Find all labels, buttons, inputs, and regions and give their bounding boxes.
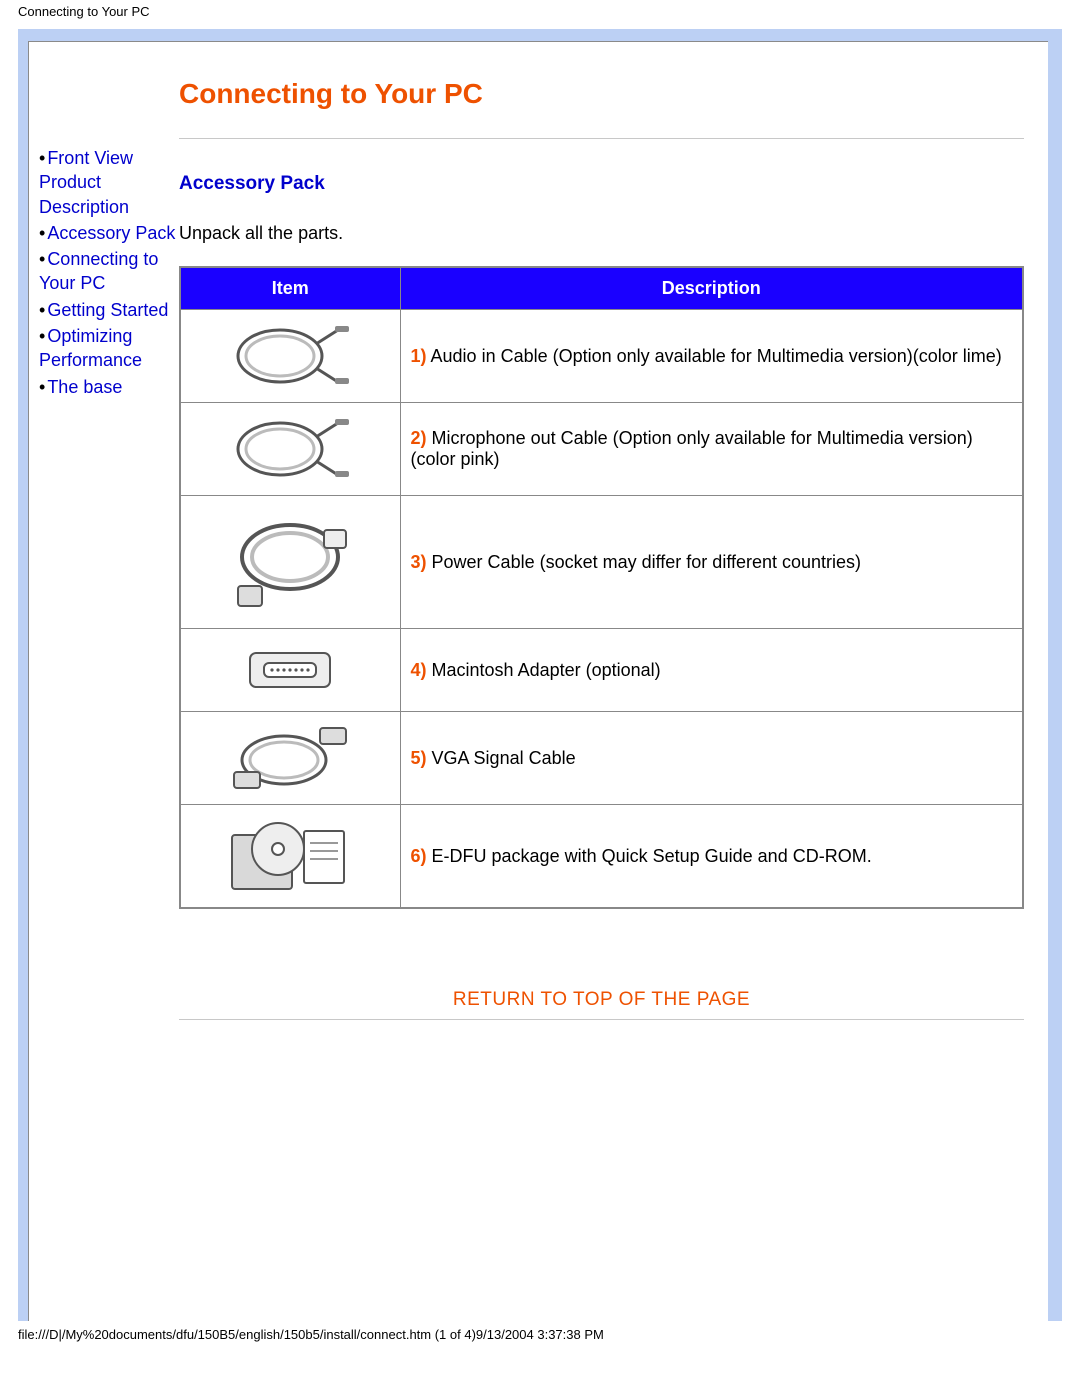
table-header-row: Item Description — [180, 267, 1023, 310]
col-header-item: Item — [180, 267, 400, 310]
sidebar-item-accessory-pack[interactable]: •Accessory Pack — [39, 221, 179, 245]
item-number: 2) — [411, 428, 427, 448]
item-image-cell — [180, 629, 400, 712]
return-to-top-link[interactable]: RETURN TO TOP OF THE PAGE — [453, 989, 750, 1010]
table-row: 1) Audio in Cable (Option only available… — [180, 310, 1023, 403]
item-desc-cell: 4) Macintosh Adapter (optional) — [400, 629, 1023, 712]
table-row: 5) VGA Signal Cable — [180, 712, 1023, 805]
browser-tab-title: Connecting to Your PC — [0, 0, 1080, 29]
col-header-desc: Description — [400, 267, 1023, 310]
table-row: 6) E-DFU package with Quick Setup Guide … — [180, 805, 1023, 909]
item-desc-cell: 2) Microphone out Cable (Option only ava… — [400, 403, 1023, 496]
item-description: Power Cable (socket may differ for diffe… — [432, 552, 862, 572]
mic-cable-icon — [220, 409, 360, 489]
sidebar-item-label: The base — [47, 377, 122, 397]
divider — [179, 138, 1024, 139]
table-row: 4) Macintosh Adapter (optional) — [180, 629, 1023, 712]
sidebar-item-optimizing[interactable]: •Optimizing Performance — [39, 324, 179, 373]
item-description: Audio in Cable (Option only available fo… — [431, 346, 1002, 366]
section-intro: Unpack all the parts. — [179, 223, 1024, 244]
section-heading: Accessory Pack — [179, 173, 1024, 195]
sidebar-item-getting-started[interactable]: •Getting Started — [39, 298, 179, 322]
power-cable-icon — [220, 502, 360, 622]
item-description: E-DFU package with Quick Setup Guide and… — [432, 846, 872, 866]
bullet-icon: • — [39, 223, 45, 243]
item-image-cell — [180, 403, 400, 496]
item-desc-cell: 3) Power Cable (socket may differ for di… — [400, 496, 1023, 629]
item-number: 4) — [411, 660, 427, 680]
sidebar-nav: •Front View Product Description •Accesso… — [29, 78, 179, 401]
sidebar-item-label: Getting Started — [47, 300, 168, 320]
vga-cable-icon — [220, 718, 360, 798]
item-description: Macintosh Adapter (optional) — [432, 660, 661, 680]
sidebar-item-the-base[interactable]: •The base — [39, 375, 179, 399]
item-desc-cell: 5) VGA Signal Cable — [400, 712, 1023, 805]
bullet-icon: • — [39, 300, 45, 320]
sidebar-item-label: Connecting to Your PC — [39, 249, 158, 293]
divider — [179, 1019, 1024, 1020]
sidebar-item-label: Accessory Pack — [47, 223, 175, 243]
sidebar-item-connecting[interactable]: •Connecting to Your PC — [39, 247, 179, 296]
item-image-cell — [180, 496, 400, 629]
accessory-table: Item Description — [179, 266, 1024, 909]
bullet-icon: • — [39, 249, 45, 269]
sidebar-item-front-view[interactable]: •Front View Product Description — [39, 146, 179, 219]
sidebar-item-label: Front View Product Description — [39, 148, 133, 217]
bullet-icon: • — [39, 148, 45, 168]
audio-cable-icon — [220, 316, 360, 396]
main-content: Connecting to Your PC Accessory Pack Unp… — [179, 78, 1028, 1040]
item-number: 3) — [411, 552, 427, 572]
item-image-cell — [180, 712, 400, 805]
page-outer: •Front View Product Description •Accesso… — [18, 29, 1062, 1321]
item-image-cell — [180, 310, 400, 403]
item-description: Microphone out Cable (Option only availa… — [411, 428, 973, 469]
edfu-package-icon — [220, 811, 360, 901]
item-image-cell — [180, 805, 400, 909]
table-row: 2) Microphone out Cable (Option only ava… — [180, 403, 1023, 496]
sidebar-item-label: Optimizing Performance — [39, 326, 142, 370]
item-desc-cell: 6) E-DFU package with Quick Setup Guide … — [400, 805, 1023, 909]
item-number: 1) — [411, 346, 427, 366]
blue-frame: •Front View Product Description •Accesso… — [18, 29, 1062, 1321]
item-number: 6) — [411, 846, 427, 866]
page-title: Connecting to Your PC — [179, 78, 1024, 110]
return-to-top: RETURN TO TOP OF THE PAGE — [179, 989, 1024, 1011]
table-row: 3) Power Cable (socket may differ for di… — [180, 496, 1023, 629]
item-desc-cell: 1) Audio in Cable (Option only available… — [400, 310, 1023, 403]
document-body: •Front View Product Description •Accesso… — [28, 41, 1048, 1321]
item-number: 5) — [411, 748, 427, 768]
footer-file-path: file:///D|/My%20documents/dfu/150B5/engl… — [0, 1321, 1080, 1352]
mac-adapter-icon — [220, 635, 360, 705]
bullet-icon: • — [39, 326, 45, 346]
item-description: VGA Signal Cable — [432, 748, 576, 768]
bullet-icon: • — [39, 377, 45, 397]
